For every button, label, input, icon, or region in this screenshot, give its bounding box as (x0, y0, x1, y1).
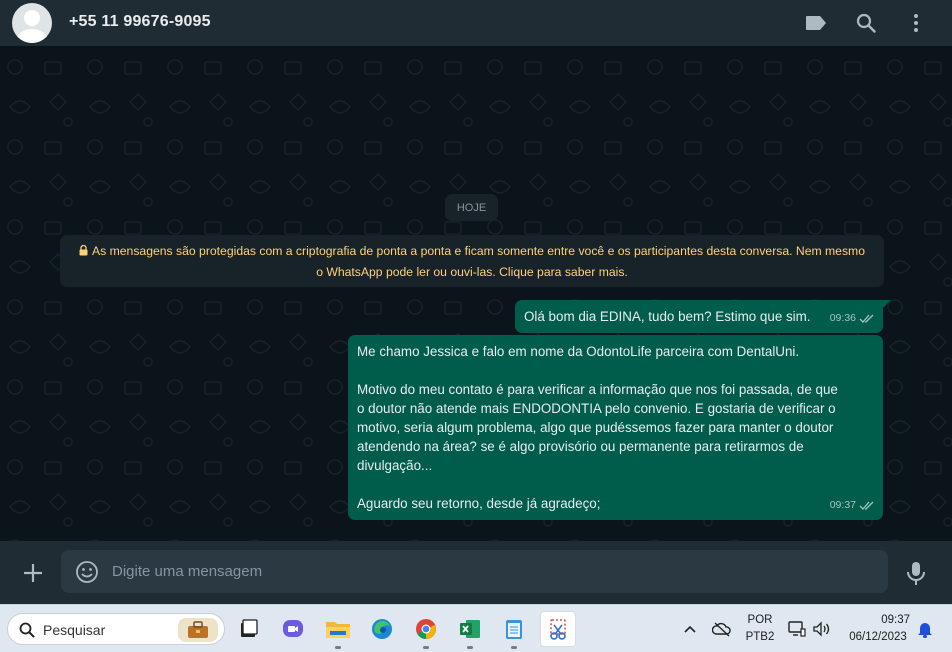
message-input-placeholder: Digite uma mensagem (112, 563, 263, 580)
clock[interactable]: 09:37 06/12/2023 (842, 612, 914, 646)
label-icon[interactable] (804, 11, 828, 35)
message-time: 09:36 (829, 312, 856, 324)
network-icon[interactable] (785, 613, 809, 645)
lock-icon (79, 242, 88, 262)
microphone-icon[interactable] (904, 560, 928, 586)
emoji-icon[interactable] (75, 560, 99, 584)
message-bubble-outgoing[interactable]: Olá bom dia EDINA, tudo bem? Estimo que … (515, 300, 883, 333)
attach-plus-icon[interactable] (21, 561, 45, 585)
teams-chat-icon[interactable] (277, 613, 309, 645)
encryption-notice-line2: o WhatsApp pode ler ou ouvi-las. Clique … (316, 265, 628, 279)
bubble-tail (883, 300, 891, 308)
onedrive-off-icon[interactable] (710, 613, 734, 645)
notepad-icon[interactable] (498, 613, 530, 649)
encryption-notice[interactable]: As mensagens são protegidas com a cripto… (60, 235, 884, 287)
double-check-icon (859, 314, 874, 323)
snipping-tool-icon[interactable] (540, 611, 576, 647)
clock-time: 09:37 (881, 614, 910, 626)
clock-date: 06/12/2023 (849, 631, 907, 643)
chrome-browser-icon[interactable] (410, 613, 442, 649)
keyboard-layout: PTB2 (745, 631, 775, 643)
contact-name[interactable]: +55 11 99676-9095 (69, 13, 211, 31)
contact-avatar[interactable] (12, 3, 52, 43)
search-icon (19, 622, 35, 638)
message-text: Olá bom dia EDINA, tudo bem? Estimo que … (524, 309, 811, 324)
notification-bell-icon[interactable] (914, 613, 936, 645)
input-language[interactable]: POR PTB2 (742, 612, 778, 646)
language-code: POR (747, 614, 773, 626)
message-time: 09:37 (829, 499, 856, 511)
taskbar-search[interactable]: Pesquisar (7, 613, 225, 645)
edge-browser-icon[interactable] (366, 613, 398, 645)
message-composer: Digite uma mensagem (0, 541, 952, 604)
menu-icon[interactable] (904, 11, 928, 35)
search-icon[interactable] (854, 11, 878, 35)
encryption-notice-line1: As mensagens são protegidas com a cripto… (92, 244, 865, 258)
file-explorer-icon[interactable] (322, 613, 354, 649)
chevron-up-icon[interactable] (678, 613, 702, 645)
task-view-icon[interactable] (232, 613, 264, 645)
double-check-icon (859, 501, 874, 510)
windows-taskbar: Pesquisar POR PTB2 09:37 06/12/2023 (0, 604, 952, 652)
briefcase-icon (178, 618, 218, 642)
chat-header: +55 11 99676-9095 (0, 0, 952, 46)
message-input[interactable]: Digite uma mensagem (61, 550, 888, 593)
date-separator: HOJE (445, 194, 498, 221)
message-bubble-outgoing[interactable]: Me chamo Jessica e falo em nome da Odont… (348, 335, 883, 520)
taskbar-search-label: Pesquisar (43, 622, 106, 638)
message-text: Me chamo Jessica e falo em nome da Odont… (357, 344, 838, 511)
volume-icon[interactable] (810, 613, 834, 645)
excel-icon[interactable] (454, 613, 486, 649)
